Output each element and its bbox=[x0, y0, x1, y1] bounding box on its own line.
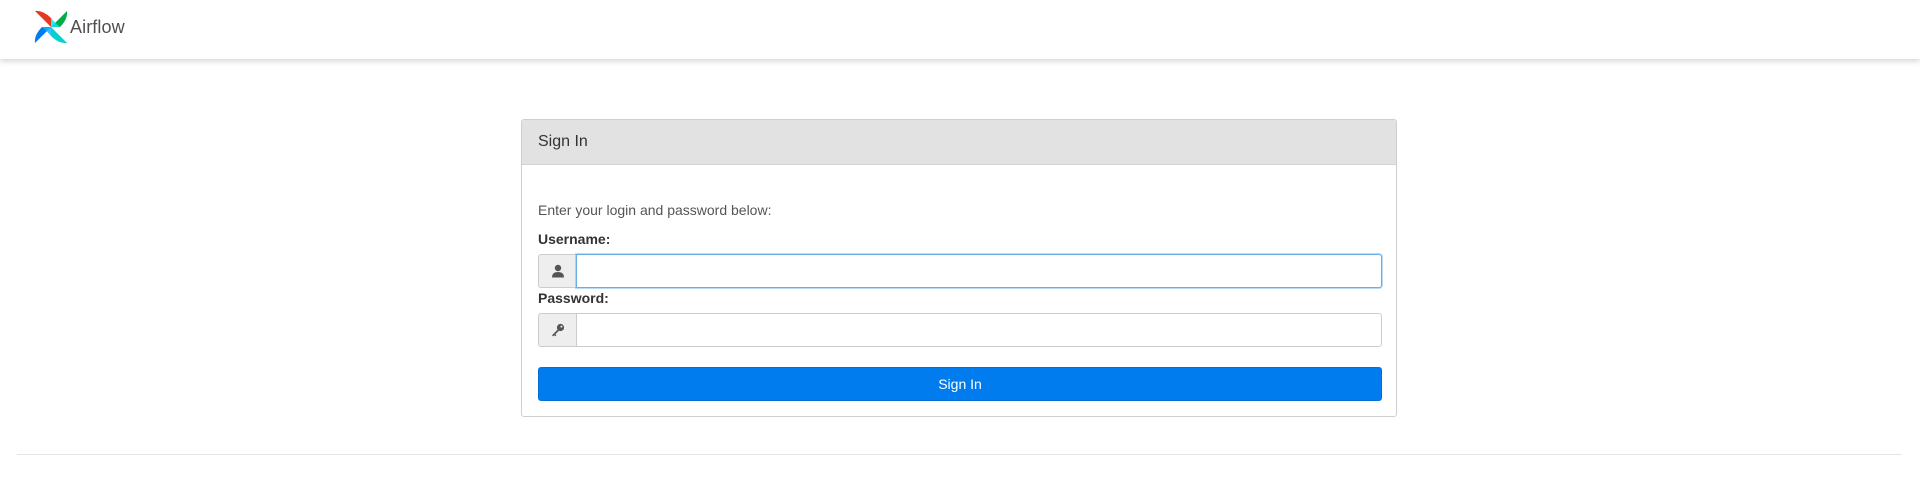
username-label: Username: bbox=[538, 231, 611, 247]
username-addon bbox=[538, 254, 576, 288]
panel-heading: Sign In bbox=[522, 120, 1396, 165]
brand-link[interactable]: Airflow bbox=[33, 8, 125, 46]
login-intro-text: Enter your login and password below: bbox=[538, 202, 772, 218]
key-icon bbox=[551, 323, 564, 337]
login-panel: Sign In Enter your login and password be… bbox=[521, 119, 1397, 417]
password-label: Password: bbox=[538, 290, 609, 306]
username-input-group bbox=[538, 254, 1382, 288]
sign-in-button[interactable]: Sign In bbox=[538, 367, 1382, 401]
airflow-pinwheel-icon bbox=[34, 10, 68, 44]
top-navbar: Airflow bbox=[0, 0, 1920, 59]
brand-name: Airflow bbox=[70, 16, 125, 37]
password-addon bbox=[538, 313, 576, 347]
footer-divider bbox=[17, 454, 1902, 455]
user-icon bbox=[551, 264, 564, 278]
username-input[interactable] bbox=[576, 254, 1382, 288]
password-input-group bbox=[538, 313, 1382, 347]
password-input[interactable] bbox=[576, 313, 1382, 347]
